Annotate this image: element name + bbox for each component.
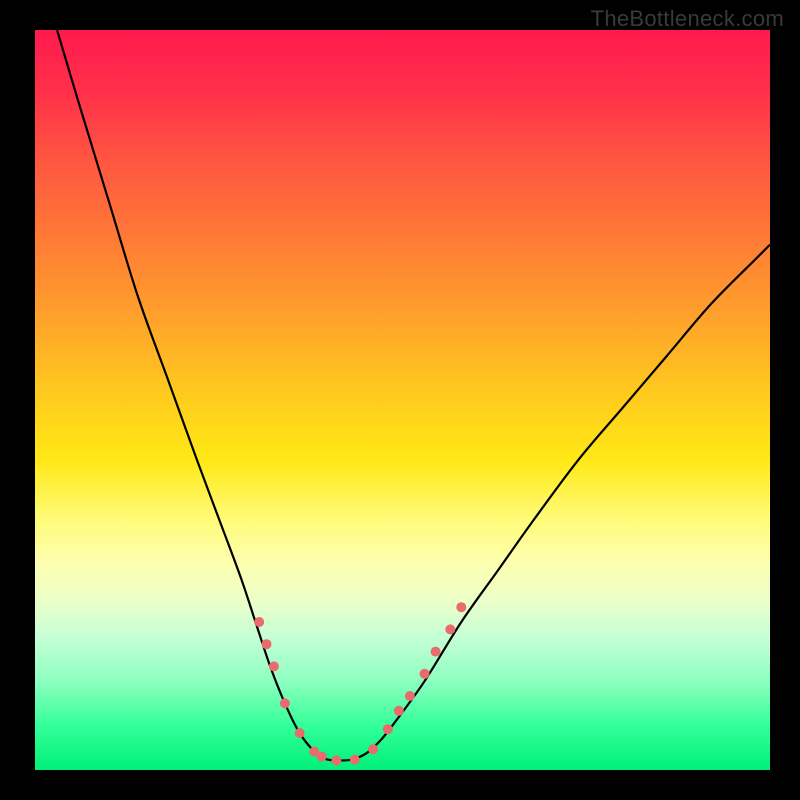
data-dot	[420, 669, 430, 679]
chart-frame: TheBottleneck.com	[0, 0, 800, 800]
data-dot	[445, 624, 455, 634]
data-dot	[394, 706, 404, 716]
bottleneck-curve-path	[57, 30, 770, 760]
watermark-text: TheBottleneck.com	[591, 6, 784, 32]
data-dot	[295, 728, 305, 738]
data-dot	[456, 602, 466, 612]
plot-area	[35, 30, 770, 770]
data-dot	[317, 752, 327, 762]
data-dots	[254, 602, 466, 765]
data-dot	[431, 647, 441, 657]
data-dot	[331, 755, 341, 765]
data-dot	[254, 617, 264, 627]
data-dot	[383, 724, 393, 734]
data-dot	[262, 639, 272, 649]
data-dot	[368, 744, 378, 754]
data-dot	[280, 698, 290, 708]
data-dot	[350, 755, 360, 765]
data-dot	[269, 661, 279, 671]
curve-svg	[35, 30, 770, 770]
data-dot	[405, 691, 415, 701]
